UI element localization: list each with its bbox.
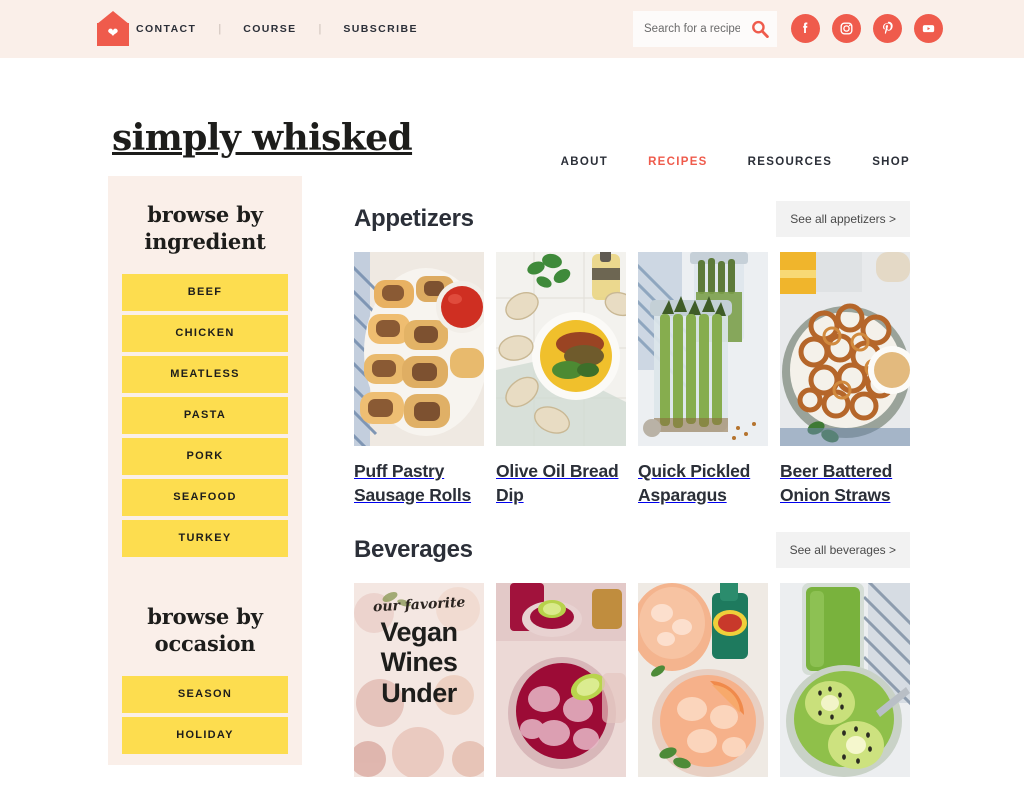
site-logo-wordmark[interactable]: simply whisked	[112, 117, 413, 159]
sidebar-item-meatless[interactable]: MEATLESS	[122, 355, 288, 393]
recipe-thumbnail-sausage-rolls	[354, 252, 484, 446]
search-submit-button[interactable]	[749, 18, 771, 40]
recipe-card[interactable]: Olive Oil Bread Dip	[496, 252, 626, 507]
top-utility-bar: ❤ CONTACT | COURSE | SUBSCRIBE	[0, 0, 1024, 58]
sidebar-item-pork[interactable]: PORK	[122, 437, 288, 475]
recipe-card-title: Puff Pastry Sausage Rolls	[354, 461, 472, 505]
section-header-beverages: Beverages See all beverages >	[354, 529, 910, 571]
recipe-card[interactable]	[638, 583, 768, 791]
sidebar-item-turkey[interactable]: TURKEY	[122, 519, 288, 557]
social-link-youtube[interactable]	[914, 14, 943, 43]
pin-text-overlay: our favorite Vegan Wines Under	[354, 583, 484, 777]
appetizer-card-row: Puff Pastry Sausage Rolls Olive Oil Brea…	[354, 252, 910, 507]
browse-sidebar: browse by ingredient BEEF CHICKEN MEATLE…	[108, 176, 302, 765]
recipe-thumbnail-grapefruit-paloma	[638, 583, 768, 778]
social-link-facebook[interactable]	[791, 14, 820, 43]
sidebar-item-seafood[interactable]: SEAFOOD	[122, 478, 288, 516]
recipe-thumbnail-kiwi-smoothie	[780, 583, 910, 778]
sidebar-item-chicken[interactable]: CHICKEN	[122, 314, 288, 352]
site-header: simply whisked ABOUT RECIPES RESOURCES S…	[0, 58, 1024, 176]
youtube-icon	[922, 25, 935, 33]
recipe-card[interactable]	[496, 583, 626, 791]
utility-link-course[interactable]: COURSE	[243, 23, 296, 35]
sidebar-item-beef[interactable]: BEEF	[122, 273, 288, 311]
section-title-appetizers: Appetizers	[354, 205, 474, 232]
nav-item-about[interactable]: ABOUT	[561, 156, 608, 168]
home-logo-button[interactable]: ❤	[97, 11, 129, 46]
search-icon	[752, 20, 769, 38]
social-links	[791, 14, 943, 43]
sidebar-heading-ingredient: browse by ingredient	[144, 202, 266, 254]
recipe-thumbnail-cranberry-cocktail	[496, 583, 626, 778]
nav-item-shop[interactable]: SHOP	[872, 156, 910, 168]
pin-overlay-script-text: our favorite	[372, 594, 466, 616]
recipe-card[interactable]: Puff Pastry Sausage Rolls	[354, 252, 484, 507]
search-box[interactable]	[633, 11, 777, 47]
instagram-icon	[840, 22, 853, 35]
see-all-appetizers-button[interactable]: See all appetizers >	[776, 201, 910, 237]
recipe-card[interactable]: Quick Pickled Asparagus	[638, 252, 768, 507]
sidebar-item-pasta[interactable]: PASTA	[122, 396, 288, 434]
social-link-instagram[interactable]	[832, 14, 861, 43]
see-all-beverages-button[interactable]: See all beverages >	[775, 532, 910, 569]
pinterest-icon	[883, 21, 893, 35]
recipe-sections: Appetizers See all appetizers > Puff Pas…	[354, 176, 910, 791]
pin-overlay-title-text: Vegan Wines Under	[380, 617, 458, 708]
utility-links: CONTACT | COURSE | SUBSCRIBE	[136, 0, 418, 58]
recipe-card-title: Quick Pickled Asparagus	[638, 461, 751, 505]
recipe-thumbnail-onion-straws	[780, 252, 910, 446]
beverage-card-row: our favorite Vegan Wines Under	[354, 583, 910, 791]
sidebar-heading-occasion: browse by occasion	[147, 603, 263, 656]
recipe-thumbnail-olive-oil-dip	[496, 252, 626, 446]
recipe-card[interactable]	[780, 583, 910, 791]
recipe-thumbnail-vegan-wines-pin: our favorite Vegan Wines Under	[354, 583, 484, 778]
search-input[interactable]	[642, 19, 742, 39]
recipe-card-title: Olive Oil Bread Dip	[496, 461, 619, 505]
sidebar-item-holiday[interactable]: HOLIDAY	[122, 716, 288, 754]
nav-item-resources[interactable]: RESOURCES	[748, 156, 833, 168]
utility-link-contact[interactable]: CONTACT	[136, 23, 196, 35]
utility-separator-2: |	[318, 23, 322, 35]
section-title-beverages: Beverages	[354, 536, 473, 564]
page-body: browse by ingredient BEEF CHICKEN MEATLE…	[0, 176, 1024, 778]
ingredient-chip-list: BEEF CHICKEN MEATLESS PASTA PORK SEAFOOD…	[108, 273, 302, 557]
recipe-card-title: Beer Battered Onion Straws	[780, 461, 893, 505]
occasion-chip-list: SEASON HOLIDAY	[108, 675, 302, 754]
recipe-card[interactable]: Beer Battered Onion Straws	[780, 252, 910, 507]
recipe-thumbnail-pickled-asparagus	[638, 252, 768, 446]
recipe-card[interactable]: our favorite Vegan Wines Under	[354, 583, 484, 791]
utility-separator-1: |	[218, 23, 222, 35]
main-navigation: ABOUT RECIPES RESOURCES SHOP	[561, 156, 910, 168]
sidebar-item-season[interactable]: SEASON	[122, 675, 288, 713]
section-header-appetizers: Appetizers See all appetizers >	[354, 198, 910, 240]
nav-item-recipes[interactable]: RECIPES	[648, 156, 708, 168]
utility-link-subscribe[interactable]: SUBSCRIBE	[343, 23, 417, 35]
facebook-icon	[803, 22, 808, 34]
social-link-pinterest[interactable]	[873, 14, 902, 43]
